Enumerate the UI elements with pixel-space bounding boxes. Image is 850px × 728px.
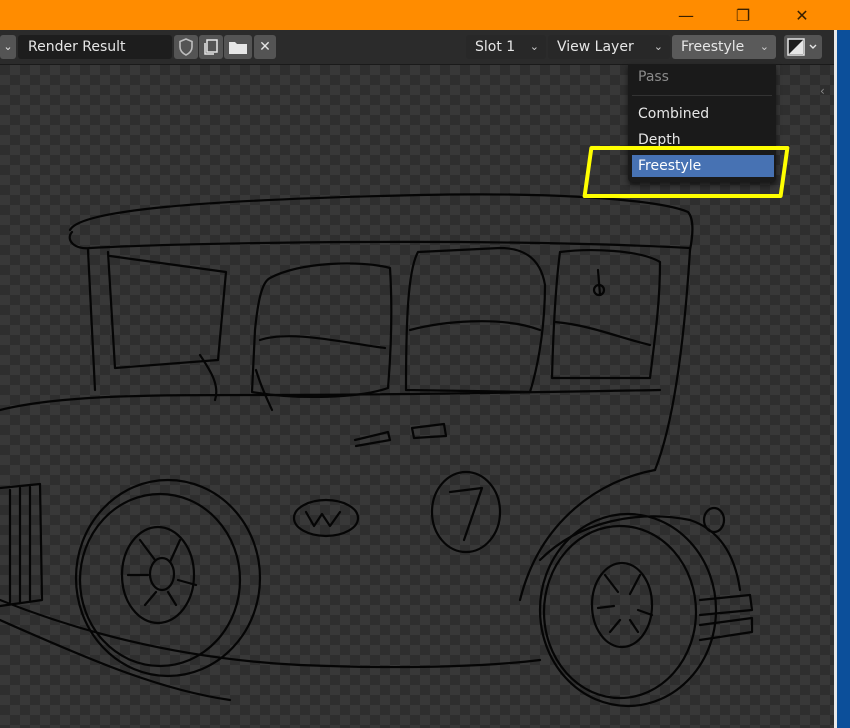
editor-divider[interactable] <box>834 30 837 728</box>
pass-menu-item-combined[interactable]: Combined <box>632 103 774 125</box>
view-layer-dropdown[interactable]: View Layer ⌄ <box>548 35 670 59</box>
menu-separator <box>632 95 772 96</box>
chevron-down-icon: ⌄ <box>529 40 539 53</box>
new-image-button[interactable] <box>199 35 223 59</box>
chevron-down-icon: ⌄ <box>759 40 769 53</box>
shield-icon <box>179 38 193 56</box>
pass-label: Freestyle <box>681 39 745 55</box>
sidebar-toggle-icon[interactable]: ‹ <box>820 84 825 98</box>
image-editor-header: ⌄ Render Result ✕ Slot 1 ⌄ View Layer ⌄ … <box>0 30 834 65</box>
image-browse-dropdown[interactable]: ⌄ <box>0 35 16 59</box>
image-name-field[interactable]: Render Result <box>18 35 172 59</box>
window-titlebar: — ❐ ✕ <box>0 0 850 30</box>
display-channels-dropdown[interactable] <box>784 35 822 59</box>
chevron-down-icon: ⌄ <box>653 40 663 53</box>
restore-icon[interactable]: ❐ <box>723 0 763 30</box>
folder-icon <box>229 42 247 54</box>
unlink-image-button[interactable]: ✕ <box>254 35 276 59</box>
fake-user-button[interactable] <box>174 35 198 59</box>
view-layer-label: View Layer <box>557 39 634 55</box>
display-mode-icon <box>787 38 817 56</box>
duplicate-icon <box>204 39 218 55</box>
slot-label: Slot 1 <box>475 39 516 55</box>
slot-dropdown[interactable]: Slot 1 ⌄ <box>466 35 546 59</box>
minimize-icon[interactable]: — <box>666 0 706 30</box>
close-icon: ✕ <box>259 39 271 55</box>
pass-menu-title: Pass <box>638 69 669 85</box>
close-icon[interactable]: ✕ <box>782 0 822 30</box>
open-image-button[interactable] <box>224 35 252 59</box>
pass-dropdown[interactable]: Freestyle ⌄ <box>672 35 776 59</box>
annotation-highlight-box <box>582 146 790 198</box>
